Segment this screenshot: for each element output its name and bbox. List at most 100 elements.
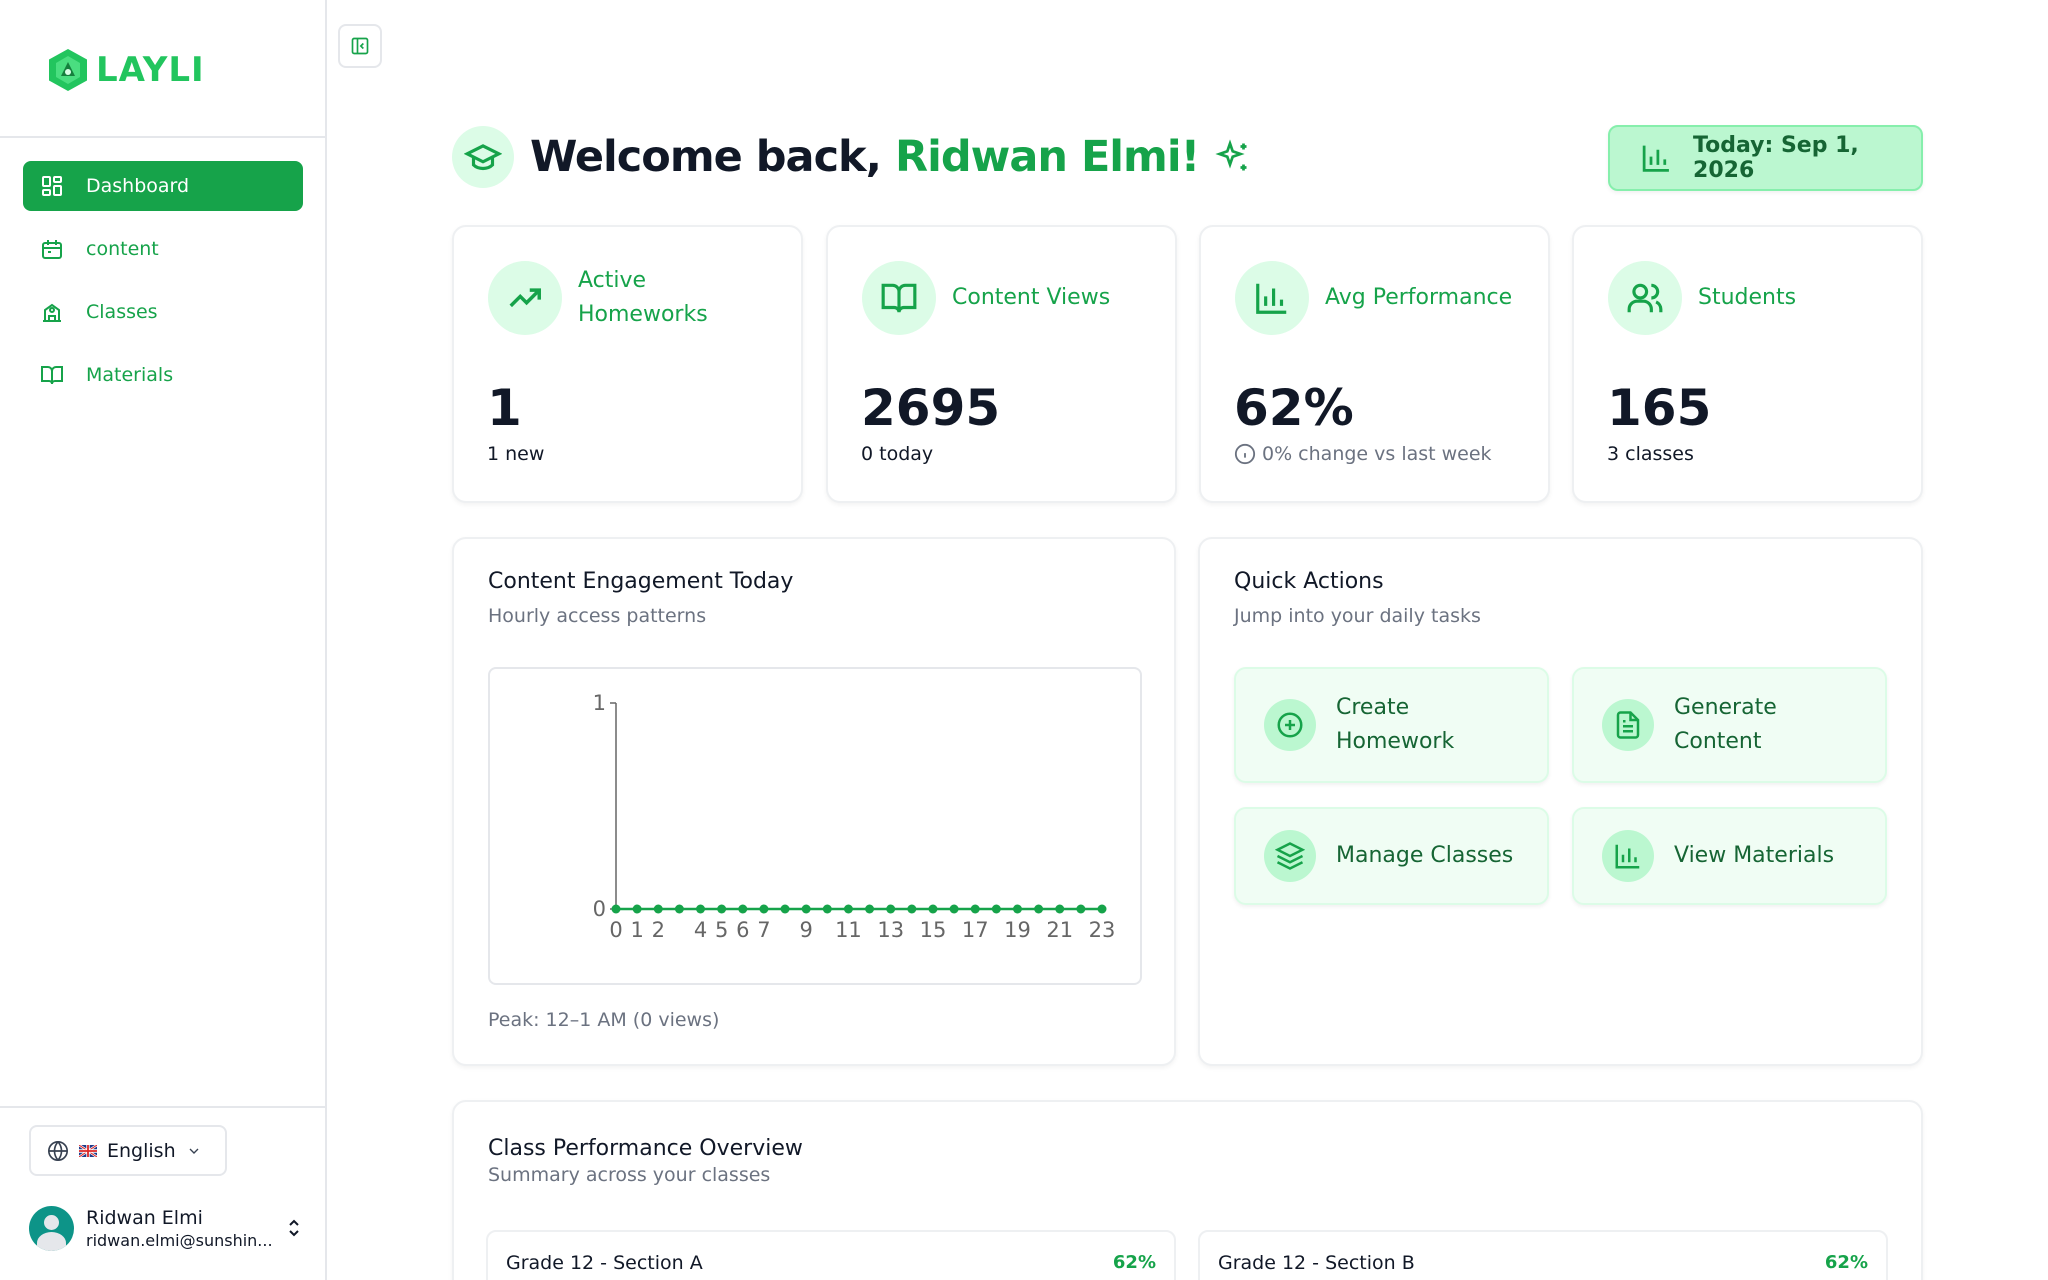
quick-action-label: Generate Content [1674,695,1777,754]
class-percent: 62% [1824,1252,1868,1273]
page-title: Welcome back, Ridwan Elmi! [530,132,1200,182]
quick-action-label: Manage Classes [1336,843,1514,868]
sidebar-item-materials[interactable]: Materials [23,350,303,400]
x-tick-label: 1 [630,918,643,942]
data-point [1097,904,1107,914]
data-point [759,904,769,914]
bar-chart-icon [1642,145,1669,172]
data-point [738,904,748,914]
data-point [653,904,663,914]
stat-label: Students [1698,285,1797,310]
x-tick-label: 5 [715,918,728,942]
engagement-chart: 0 1 0 1 2 4 5 6 7 9 11 13 15 17 19 21 23 [488,667,1142,985]
data-point [991,904,1001,914]
stat-label: Active Homeworks [578,268,708,327]
x-tick-label: 21 [1046,918,1073,942]
class-percent: 62% [1112,1252,1156,1273]
plus-circle-icon [1264,699,1316,751]
book-open-icon [862,261,936,335]
data-point [717,904,727,914]
uk-flag-icon [79,1144,97,1157]
user-name: Ridwan Elmi [86,1206,203,1229]
panel-left-icon [351,37,369,55]
sidebar-toggle-button[interactable] [338,24,382,68]
stat-subtext-label: 0% change vs last week [1262,443,1492,465]
class-name: Grade 12 - Section A [506,1252,703,1274]
stat-value: 2695 [861,379,1001,437]
x-tick-label: 6 [736,918,749,942]
data-point [907,904,917,914]
data-point [843,904,853,914]
class-card[interactable]: Grade 12 - Section A 62% [486,1230,1176,1280]
x-tick-label: 17 [962,918,989,942]
welcome-greeting: Welcome back, [530,132,882,182]
data-point [611,904,621,914]
app-name: LAYLI [96,50,205,90]
sidebar-divider [0,136,325,138]
language-label: English [107,1139,176,1162]
sidebar-item-label: content [86,238,159,260]
globe-icon [48,1140,68,1161]
manage-classes-button[interactable]: Manage Classes [1234,807,1549,905]
language-select[interactable]: English [29,1125,227,1176]
stat-card-avg-performance: Avg Performance 62% 0% change vs last we… [1199,225,1550,503]
sidebar-divider [0,1106,325,1108]
class-name: Grade 12 - Section B [1218,1252,1415,1274]
class-card[interactable]: Grade 12 - Section B 62% [1198,1230,1888,1280]
panel-title: Quick Actions [1234,569,1384,594]
today-date-label: Today: Sep 1, 2026 [1693,133,1859,183]
stat-subtext: 0 today [861,443,934,465]
panel-subtitle: Hourly access patterns [488,605,707,627]
stat-card-students: Students 165 3 classes [1572,225,1923,503]
create-homework-button[interactable]: Create Homework [1234,667,1549,783]
data-point [696,904,706,914]
data-point [970,904,980,914]
sparkles-icon [1215,139,1247,171]
engagement-chart-svg: 010 1 2 4 5 6 7 9 11 13 15 17 19 21 23 [593,691,1116,942]
quick-actions-panel: Quick Actions Jump into your daily tasks… [1198,537,1923,1066]
panel-title: Content Engagement Today [488,569,794,594]
layout-grid-icon [42,176,62,196]
quick-action-label: View Materials [1674,843,1835,868]
data-point [674,904,684,914]
sidebar: LAYLI Dashboard content Classes Material… [0,0,327,1280]
stat-label: Avg Performance [1325,285,1513,310]
sidebar-item-label: Classes [86,301,158,323]
y-tick-label: 0 [593,897,606,921]
school-building-icon [43,303,61,322]
sidebar-item-label: Dashboard [86,175,190,197]
trending-up-icon [488,261,562,335]
app-logo[interactable]: LAYLI [44,46,205,94]
stat-label: Content Views [952,285,1111,310]
view-materials-button[interactable]: View Materials [1572,807,1887,905]
data-point [1034,904,1044,914]
welcome-user-name: Ridwan Elmi! [894,132,1200,182]
quick-action-label: Create Homework [1336,695,1455,754]
layers-icon [1264,830,1316,882]
sidebar-item-dashboard[interactable]: Dashboard [23,161,303,211]
x-tick-label: 0 [609,918,622,942]
bar-chart-icon [1235,261,1309,335]
data-point [801,904,811,914]
chevron-down-icon [189,1148,199,1154]
calendar-box-icon [42,240,62,259]
avatar [29,1205,74,1251]
x-tick-label: 4 [694,918,707,942]
logo-hexagon-icon [49,49,87,91]
stat-value: 165 [1607,379,1712,437]
graduation-cap-icon [452,126,514,188]
y-tick-label: 1 [593,691,606,715]
x-tick-label: 23 [1089,918,1116,942]
chevrons-up-down-icon [289,1219,299,1237]
generate-content-button[interactable]: Generate Content [1572,667,1887,783]
data-point [949,904,959,914]
data-point [1055,904,1065,914]
data-point [886,904,896,914]
user-menu[interactable]: Ridwan Elmi ridwan.elmi@sunshin... [29,1200,304,1256]
sidebar-item-content[interactable]: content [23,224,303,274]
sidebar-item-classes[interactable]: Classes [23,287,303,337]
stat-card-content-views: Content Views 2695 0 today [826,225,1177,503]
today-date-button[interactable]: Today: Sep 1, 2026 [1608,125,1923,191]
data-point [928,904,938,914]
stat-value: 62% [1234,379,1354,437]
